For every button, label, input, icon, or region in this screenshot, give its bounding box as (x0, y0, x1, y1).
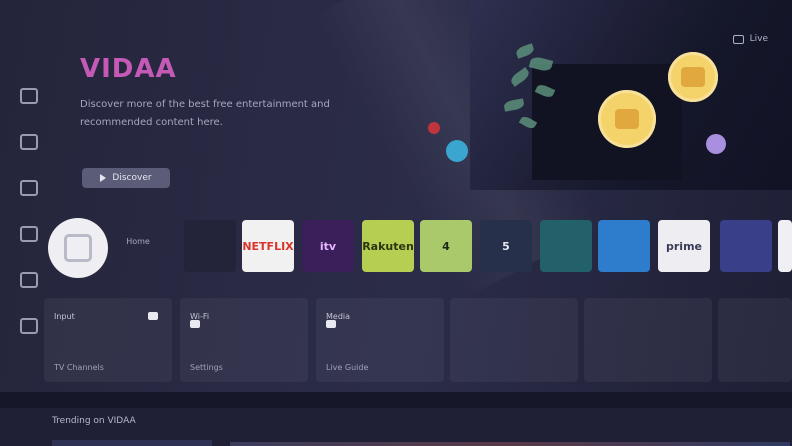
media-icon[interactable] (20, 272, 38, 288)
brand-title: VIDAA (80, 54, 177, 84)
hero-button-label: Discover (112, 173, 152, 183)
live-tv-icon[interactable] (20, 226, 38, 242)
trending-title: Trending on VIDAA (52, 416, 136, 426)
hero-description: Discover more of the best free entertain… (80, 99, 330, 128)
apps-row: Home NETFLIX itv Rakuten 4 5 prime (40, 214, 792, 278)
media-icon (326, 320, 336, 328)
tv-home-screen: Live VIDAA Discover more of the best fre… (0, 0, 792, 446)
app-tile-7[interactable] (540, 220, 592, 272)
app-tile-11[interactable] (778, 220, 792, 272)
widget-media[interactable]: Media Live Guide (316, 298, 444, 382)
coin-decoration (598, 90, 656, 148)
app-tile-8[interactable] (598, 220, 650, 272)
settings-icon[interactable] (20, 318, 38, 334)
coin-decoration (668, 52, 718, 102)
app-tile-1[interactable] (184, 220, 236, 272)
widget-6[interactable] (718, 298, 792, 382)
top-right-label: Live (749, 34, 768, 44)
widget-4[interactable] (450, 298, 578, 382)
home-label: Home (126, 237, 150, 246)
hero-discover-button[interactable]: Discover (82, 168, 170, 188)
app-tile-9[interactable]: prime (658, 220, 710, 272)
coin-mark-icon (681, 67, 705, 87)
app-tile-2[interactable]: NETFLIX (242, 220, 294, 272)
section-divider (0, 392, 792, 408)
home-icon[interactable] (20, 134, 38, 150)
app-tile-5[interactable]: 4 (420, 220, 472, 272)
widget-5[interactable] (584, 298, 712, 382)
app-tile-3[interactable]: itv (302, 220, 354, 272)
sidebar (20, 88, 38, 364)
home-tile-icon (64, 234, 92, 262)
widget-wifi[interactable]: Wi-Fi Settings (180, 298, 308, 382)
search-icon[interactable] (20, 88, 38, 104)
blue-orb-decoration (446, 140, 468, 162)
trending-thumbnail-strip[interactable] (230, 442, 790, 446)
trending-selection-bar (52, 440, 212, 446)
input-source-icon (148, 312, 158, 320)
app-tile-10[interactable] (720, 220, 772, 272)
widget-input[interactable]: Input TV Channels (44, 298, 172, 382)
coin-mark-icon (615, 109, 639, 129)
trending-section: Trending on VIDAA (0, 408, 792, 446)
play-icon (100, 174, 107, 182)
top-right-status[interactable]: Live (732, 34, 768, 44)
red-orb-decoration (428, 122, 440, 134)
wifi-icon (190, 320, 200, 328)
apps-icon[interactable] (20, 180, 38, 196)
purple-orb-decoration (706, 134, 726, 154)
app-tile-6[interactable]: 5 (480, 220, 532, 272)
home-tile[interactable] (48, 218, 108, 278)
app-tile-4[interactable]: Rakuten (362, 220, 414, 272)
input-icon (732, 34, 744, 44)
quick-widgets-row: Input TV Channels Wi-Fi Settings Media L… (44, 298, 792, 384)
